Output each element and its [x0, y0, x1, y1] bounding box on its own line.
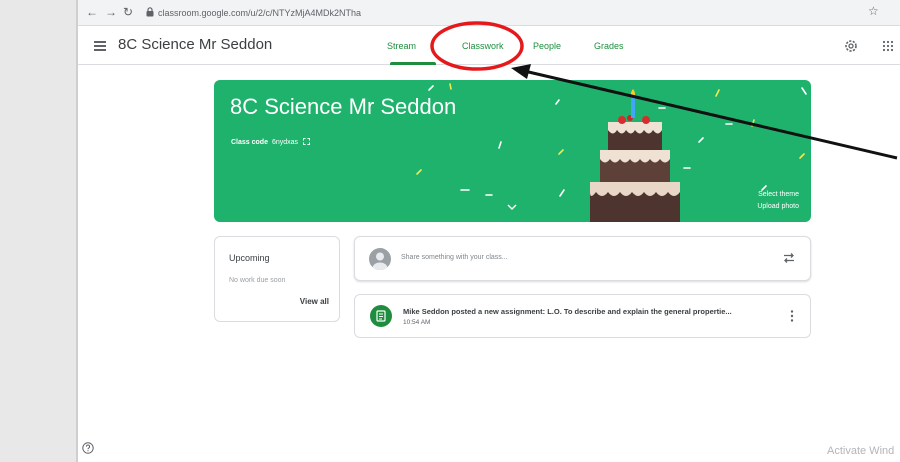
bookmark-star-icon[interactable]: ☆	[868, 4, 879, 18]
tab-stream[interactable]: Stream	[387, 41, 416, 51]
class-banner: 8C Science Mr Seddon Class code 6nydxas S…	[214, 80, 811, 222]
browser-window: ← → ↻ classroom.google.com/u/2/c/NTYzMjA…	[78, 0, 900, 462]
menu-icon[interactable]	[94, 41, 106, 51]
lock-icon	[146, 7, 154, 17]
apps-grid-icon[interactable]	[882, 40, 894, 52]
settings-gear-icon[interactable]	[844, 39, 858, 53]
forward-arrow-icon[interactable]: →	[105, 5, 117, 19]
assignment-post[interactable]: Mike Seddon posted a new assignment: L.O…	[354, 294, 811, 338]
post-title[interactable]: Mike Seddon posted a new assignment: L.O…	[403, 307, 732, 316]
repost-icon[interactable]	[782, 251, 796, 265]
post-time: 10:54 AM	[403, 319, 431, 326]
help-icon[interactable]	[82, 442, 94, 454]
class-code-label: Class code	[231, 139, 268, 146]
url-text[interactable]: classroom.google.com/u/2/c/NTYzMjA4MDk2N…	[158, 7, 361, 19]
address-bar: ← → ↻ classroom.google.com/u/2/c/NTYzMjA…	[78, 0, 900, 26]
class-title[interactable]: 8C Science Mr Seddon	[118, 36, 272, 53]
upcoming-title: Upcoming	[229, 253, 270, 263]
back-arrow-icon[interactable]: ←	[86, 5, 98, 19]
view-all-link[interactable]: View all	[300, 297, 329, 306]
tab-classwork[interactable]: Classwork	[462, 41, 504, 51]
active-tab-indicator	[390, 62, 436, 65]
upload-photo-link[interactable]: Upload photo	[757, 203, 799, 210]
classroom-header: 8C Science Mr Seddon Stream Classwork Pe…	[78, 26, 900, 65]
share-placeholder[interactable]: Share something with your class...	[401, 254, 508, 261]
share-box[interactable]: Share something with your class...	[354, 236, 811, 281]
class-code-value: 6nydxas	[271, 139, 299, 146]
fullscreen-icon[interactable]	[303, 138, 310, 145]
upcoming-empty-text: No work due soon	[229, 277, 286, 284]
birthday-cake-illustration	[590, 89, 680, 222]
avatar	[369, 248, 391, 270]
tab-grades[interactable]: Grades	[594, 41, 624, 51]
left-window-bar	[0, 0, 78, 462]
more-options-icon[interactable]	[790, 309, 794, 323]
tab-people[interactable]: People	[533, 41, 561, 51]
select-theme-link[interactable]: Select theme	[758, 191, 799, 198]
reload-icon[interactable]: ↻	[123, 5, 133, 19]
assignment-icon	[370, 305, 392, 327]
activate-windows-watermark: Activate Wind	[827, 445, 895, 457]
class-code[interactable]: Class code 6nydxas	[231, 138, 310, 146]
upcoming-card: Upcoming No work due soon View all	[214, 236, 340, 322]
banner-class-title: 8C Science Mr Seddon	[230, 94, 457, 119]
